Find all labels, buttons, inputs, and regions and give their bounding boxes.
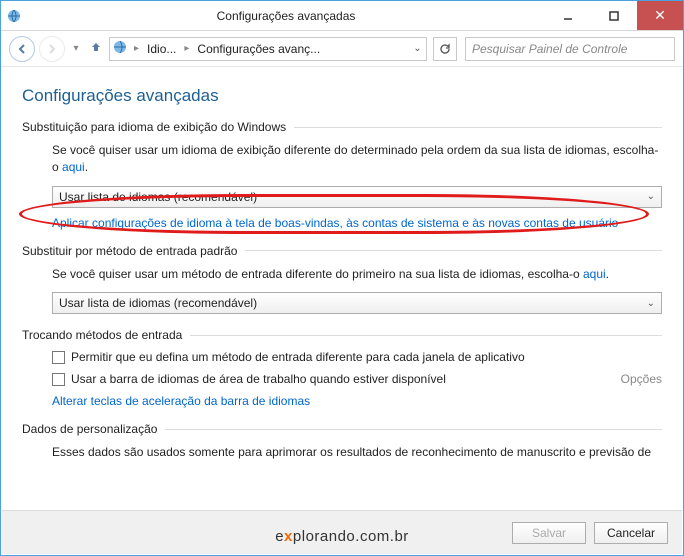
chevron-down-icon: ⌄ <box>647 191 655 202</box>
section-description: Se você quiser usar um método de entrada… <box>52 266 662 283</box>
section-personalization: Dados de personalização Esses dados são … <box>22 422 662 461</box>
content-area: Configurações avançadas Substituição par… <box>2 68 682 509</box>
search-box[interactable] <box>465 37 675 61</box>
combo-value: Usar lista de idiomas (recomendável) <box>59 190 257 204</box>
checkbox-row: Usar a barra de idiomas de área de traba… <box>52 372 662 386</box>
footer: Salvar Cancelar <box>2 510 682 554</box>
search-input[interactable] <box>466 42 674 56</box>
checkbox-label: Usar a barra de idiomas de área de traba… <box>71 372 446 386</box>
apply-settings-link[interactable]: Aplicar configurações de idioma à tela d… <box>52 216 662 230</box>
checkbox-row: Permitir que eu defina um método de entr… <box>52 350 662 364</box>
language-bar-checkbox[interactable] <box>52 373 65 386</box>
cancel-button[interactable]: Cancelar <box>594 522 668 544</box>
chevron-right-icon: ▸ <box>130 43 143 54</box>
page-title: Configurações avançadas <box>22 86 662 106</box>
history-dropdown[interactable]: ▾ <box>69 43 83 54</box>
up-button[interactable] <box>87 40 105 57</box>
section-switching: Trocando métodos de entrada Permitir que… <box>22 328 662 408</box>
chevron-down-icon: ⌄ <box>647 298 655 309</box>
section-display-language: Substituição para idioma de exibição do … <box>22 120 662 230</box>
input-method-combo[interactable]: Usar lista de idiomas (recomendável) ⌄ <box>52 292 662 314</box>
section-heading: Substituição para idioma de exibição do … <box>22 120 662 134</box>
checkbox-label: Permitir que eu defina um método de entr… <box>71 350 525 364</box>
combo-value: Usar lista de idiomas (recomendável) <box>59 296 257 310</box>
here-link[interactable]: aqui <box>583 267 606 281</box>
titlebar: Configurações avançadas ✕ <box>1 1 683 31</box>
breadcrumb-dropdown[interactable]: ⌄ <box>408 43 426 54</box>
section-heading: Trocando métodos de entrada <box>22 328 662 342</box>
display-language-combo[interactable]: Usar lista de idiomas (recomendável) ⌄ <box>52 186 662 208</box>
save-button[interactable]: Salvar <box>512 522 586 544</box>
window-title: Configurações avançadas <box>27 9 545 23</box>
per-window-checkbox[interactable] <box>52 351 65 364</box>
breadcrumb-advanced[interactable]: Configurações avanç... <box>193 42 324 56</box>
navbar: ▾ ▸ Idio... ▸ Configurações avanç... ⌄ <box>1 31 683 67</box>
minimize-button[interactable] <box>545 1 591 30</box>
section-description: Se você quiser usar um idioma de exibiçã… <box>52 142 662 176</box>
back-button[interactable] <box>9 36 35 62</box>
close-button[interactable]: ✕ <box>637 1 683 30</box>
location-icon <box>110 39 130 58</box>
section-heading: Substituir por método de entrada padrão <box>22 244 662 258</box>
options-link[interactable]: Opções <box>621 372 662 386</box>
hotkeys-link[interactable]: Alterar teclas de aceleração da barra de… <box>52 394 662 408</box>
breadcrumb-language[interactable]: Idio... <box>143 42 180 56</box>
section-heading: Dados de personalização <box>22 422 662 436</box>
forward-button[interactable] <box>39 36 65 62</box>
section-description: Esses dados são usados somente para apri… <box>52 444 662 461</box>
chevron-right-icon: ▸ <box>180 43 193 54</box>
app-icon <box>1 8 27 24</box>
section-input-method: Substituir por método de entrada padrão … <box>22 244 662 315</box>
refresh-button[interactable] <box>433 37 457 61</box>
maximize-button[interactable] <box>591 1 637 30</box>
breadcrumb[interactable]: ▸ Idio... ▸ Configurações avanç... ⌄ <box>109 37 427 61</box>
here-link[interactable]: aqui <box>62 160 85 174</box>
